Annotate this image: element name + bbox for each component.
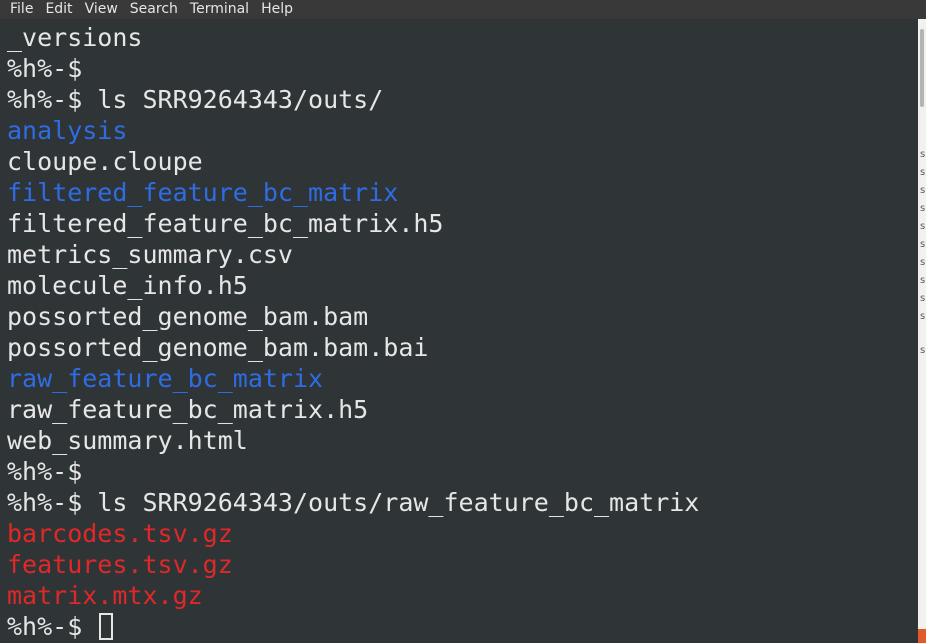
terminal-line: raw_feature_bc_matrix.h5 — [7, 395, 369, 424]
directory-entry: filtered_feature_bc_matrix — [7, 178, 399, 207]
terminal-line: possorted_genome_bam.bam.bai — [7, 333, 429, 362]
background-window-fragment: s — [920, 149, 926, 160]
background-window-fragment: s — [920, 275, 926, 286]
prompt-line: %h%-$ — [7, 611, 114, 642]
background-window-fragment: s — [920, 167, 926, 178]
archive-file-entry: barcodes.tsv.gz — [7, 519, 233, 548]
terminal-line: molecule_info.h5 — [7, 271, 248, 300]
menu-edit[interactable]: Edit — [39, 0, 78, 19]
menu-view[interactable]: View — [79, 0, 124, 19]
directory-entry: raw_feature_bc_matrix — [7, 364, 324, 393]
menu-bar: File Edit View Search Terminal Help — [0, 0, 926, 19]
archive-file-entry: matrix.mtx.gz — [7, 581, 203, 610]
terminal-line: web_summary.html — [7, 426, 248, 455]
background-window-fragment: s — [920, 239, 926, 250]
terminal-line: _versions — [7, 23, 143, 52]
text-cursor — [99, 612, 114, 640]
background-window-fragment: s — [920, 257, 926, 268]
terminal-line: %h%-$ ls SRR9264343/outs/raw_feature_bc_… — [7, 488, 700, 517]
terminal-window: File Edit View Search Terminal Help _ver… — [0, 0, 926, 643]
terminal-line: cloupe.cloupe — [7, 147, 203, 176]
background-window-fragment: s — [920, 203, 926, 214]
terminal-line: filtered_feature_bc_matrix.h5 — [7, 209, 444, 238]
terminal-line: %h%-$ — [7, 457, 83, 486]
terminal-line: possorted_genome_bam.bam — [7, 302, 369, 331]
background-window-fragment: s — [920, 221, 926, 232]
background-window-fragment: s — [920, 311, 926, 322]
directory-entry: analysis — [7, 116, 128, 145]
terminal-line: metrics_summary.csv — [7, 240, 293, 269]
background-window-fragment — [918, 629, 926, 643]
background-window-fragment: s — [920, 185, 926, 196]
archive-file-entry: features.tsv.gz — [7, 550, 233, 579]
menu-help[interactable]: Help — [255, 0, 299, 19]
terminal-output[interactable]: _versions %h%-$ %h%-$ ls SRR9264343/outs/a… — [0, 19, 918, 643]
menu-search[interactable]: Search — [124, 0, 184, 19]
scrollbar[interactable]: s s s s s s s s s s s — [918, 19, 926, 643]
menu-terminal[interactable]: Terminal — [184, 0, 255, 19]
menu-file[interactable]: File — [0, 0, 39, 19]
terminal-line: %h%-$ — [7, 54, 83, 83]
terminal-line: %h%-$ ls SRR9264343/outs/ — [7, 85, 384, 114]
background-window-fragment: s — [920, 293, 926, 304]
background-window-fragment: s — [920, 345, 926, 356]
scroll-thumb[interactable] — [920, 29, 924, 107]
